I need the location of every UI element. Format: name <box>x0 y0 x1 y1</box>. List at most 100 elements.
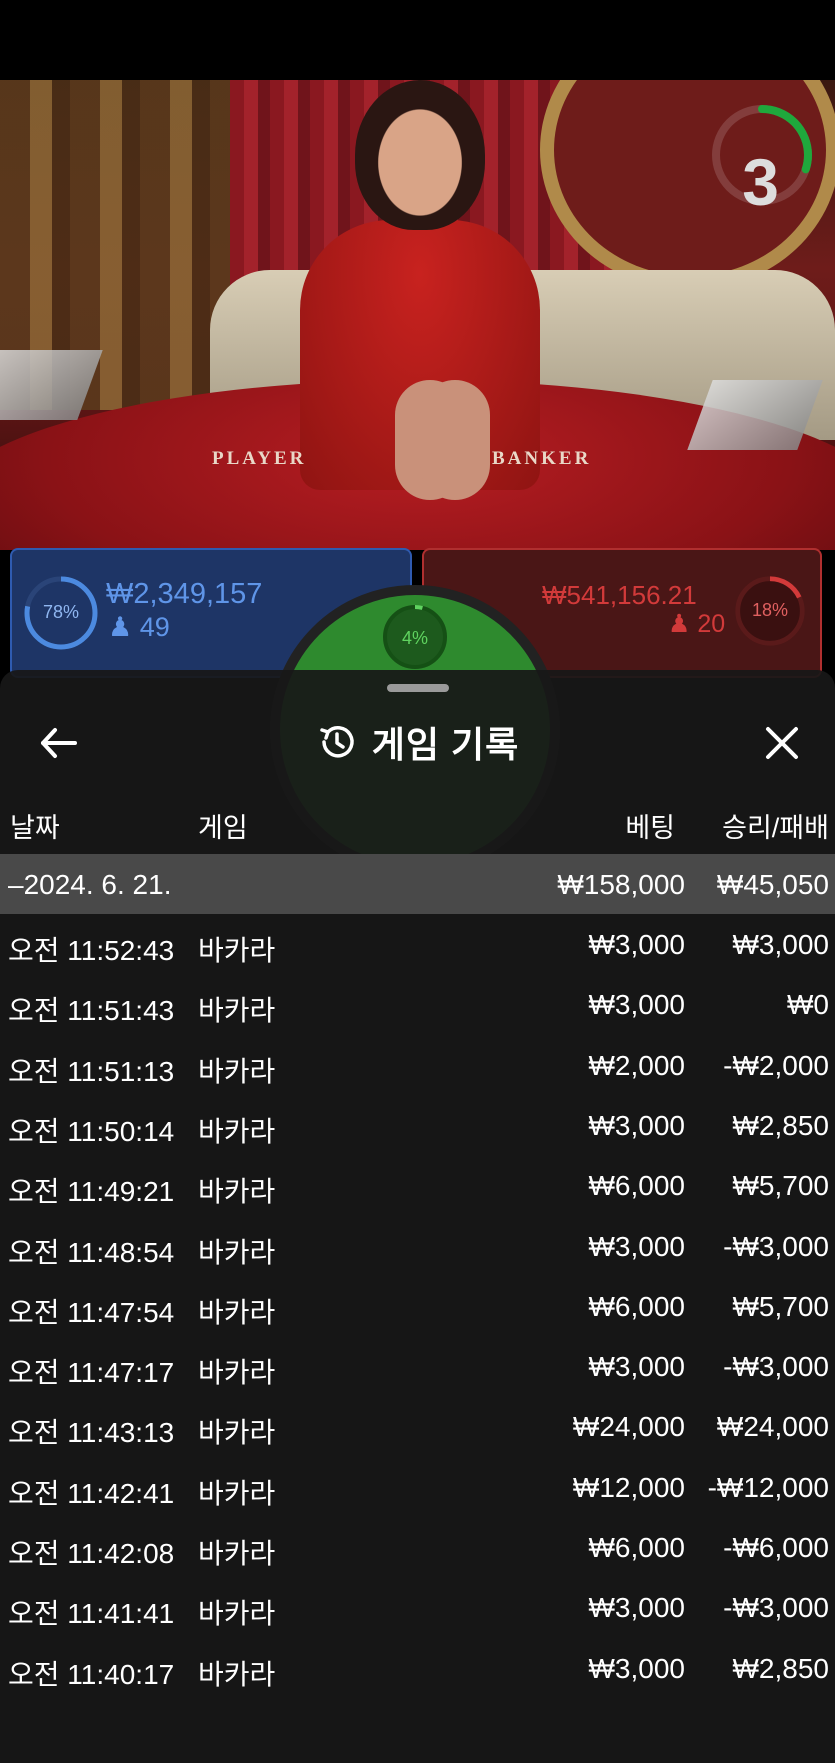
player-percent-label: 78% <box>42 602 80 622</box>
row-bet: ₩12,000 <box>572 1471 685 1503</box>
history-row[interactable]: 오전 11:48:54 바카라 ₩3,000 -₩3,000 <box>0 1216 835 1276</box>
row-result: -₩12,000 <box>707 1471 829 1503</box>
sheet-drag-handle[interactable] <box>387 684 449 692</box>
row-bet: ₩3,000 <box>588 989 686 1021</box>
status-bar <box>0 0 835 80</box>
row-result: ₩2,850 <box>732 1652 830 1684</box>
close-icon <box>766 727 798 759</box>
row-time: 오전 11:42:08 <box>8 1538 175 1569</box>
row-bet: ₩3,000 <box>588 1592 686 1624</box>
history-row[interactable]: 오전 11:50:14 바카라 ₩3,000 ₩2,850 <box>0 1095 835 1155</box>
row-game: 바카라 <box>198 1417 276 1449</box>
row-time: 오전 11:43:13 <box>8 1417 175 1449</box>
history-clock-icon <box>320 726 354 758</box>
column-header-bet: 베팅 <box>625 813 675 843</box>
row-game: 바카라 <box>198 1538 276 1569</box>
row-bet: ₩6,000 <box>588 1290 686 1322</box>
banker-count-value: 20 <box>697 610 726 638</box>
row-result: -₩6,000 <box>723 1532 829 1563</box>
row-bet: ₩6,000 <box>588 1532 686 1563</box>
row-result: ₩0 <box>787 989 829 1021</box>
row-time: 오전 11:50:14 <box>8 1115 175 1147</box>
row-game: 바카라 <box>198 1055 276 1087</box>
date-group-row[interactable]: –2024. 6. 21. ₩158,000 ₩45,050 <box>0 854 835 914</box>
row-bet: ₩3,000 <box>588 929 686 960</box>
history-row[interactable]: 오전 11:47:54 바카라 ₩6,000 ₩5,700 <box>0 1276 835 1336</box>
row-game: 바카라 <box>198 1296 276 1328</box>
row-result: ₩2,850 <box>732 1109 830 1141</box>
live-video-feed: PLAYER BANKER 3 <box>0 80 835 550</box>
history-row[interactable]: 오전 11:51:43 바카라 ₩3,000 ₩0 <box>0 974 835 1034</box>
row-time: 오전 11:47:54 <box>8 1296 175 1328</box>
row-bet: ₩3,000 <box>588 1652 686 1684</box>
arrow-left-icon <box>41 728 77 758</box>
row-result: -₩3,000 <box>723 1592 829 1624</box>
table-label-banker: BANKER <box>492 448 592 469</box>
row-time: 오전 11:48:54 <box>8 1236 175 1268</box>
row-game: 바카라 <box>198 1176 276 1208</box>
history-row[interactable]: 오전 11:49:21 바카라 ₩6,000 ₩5,700 <box>0 1155 835 1215</box>
row-game: 바카라 <box>198 1477 276 1509</box>
table-label-player: PLAYER <box>212 448 307 469</box>
row-game: 바카라 <box>198 1236 276 1268</box>
player-bettor-count: ♟ 49 <box>108 612 170 643</box>
row-result: ₩3,000 <box>732 929 830 960</box>
row-game: 바카라 <box>198 1598 276 1630</box>
close-button[interactable] <box>757 718 807 768</box>
person-icon: ♟ <box>668 610 691 638</box>
sheet-title-text: 게임 기록 <box>371 724 520 765</box>
dealer-arm <box>420 380 490 500</box>
player-count-value: 49 <box>139 612 170 642</box>
row-result: ₩5,700 <box>732 1290 830 1322</box>
history-row[interactable]: 오전 11:52:43 바카라 ₩3,000 ₩3,000 <box>0 914 835 974</box>
row-time: 오전 11:51:43 <box>8 995 175 1027</box>
row-time: 오전 11:41:41 <box>8 1598 175 1630</box>
row-bet: ₩3,000 <box>588 1351 686 1383</box>
history-row[interactable]: 오전 11:51:13 바카라 ₩2,000 -₩2,000 <box>0 1035 835 1095</box>
row-bet: ₩2,000 <box>588 1049 686 1081</box>
dealer-head <box>355 80 485 230</box>
row-time: 오전 11:40:17 <box>8 1658 175 1690</box>
history-row[interactable]: 오전 11:40:17 바카라 ₩3,000 ₩2,850 <box>0 1638 835 1698</box>
date-group-label: –2024. 6. 21. <box>8 869 172 900</box>
player-bet-amount: ₩2,349,157 <box>106 578 263 610</box>
countdown-number: 3 <box>742 145 779 219</box>
row-time: 오전 11:52:43 <box>8 935 175 966</box>
row-game: 바카라 <box>198 1658 276 1690</box>
banker-percent-label: 18% <box>751 600 789 620</box>
row-time: 오전 11:47:17 <box>8 1357 175 1389</box>
column-header-date: 날짜 <box>10 813 60 843</box>
tie-percent-label: 4% <box>401 628 428 648</box>
row-game: 바카라 <box>198 995 276 1027</box>
row-result: -₩3,000 <box>723 1351 829 1383</box>
row-game: 바카라 <box>198 1115 276 1147</box>
sheet-title: 게임 기록 <box>0 714 835 770</box>
history-row[interactable]: 오전 11:41:41 바카라 ₩3,000 -₩3,000 <box>0 1577 835 1637</box>
game-history-sheet: 게임 기록 날짜 게임 베팅 승리/패배 –2024. 6. 21. ₩158,… <box>0 670 835 1763</box>
row-time: 오전 11:42:41 <box>8 1477 175 1509</box>
history-row[interactable]: 오전 11:42:41 바카라 ₩12,000 -₩12,000 <box>0 1457 835 1517</box>
column-header-result: 승리/패배 <box>722 813 829 843</box>
row-bet: ₩24,000 <box>572 1411 685 1443</box>
row-result: ₩24,000 <box>716 1411 829 1443</box>
row-time: 오전 11:51:13 <box>8 1055 175 1087</box>
row-bet: ₩3,000 <box>588 1230 686 1262</box>
row-game: 바카라 <box>198 935 276 966</box>
history-row[interactable]: 오전 11:42:08 바카라 ₩6,000 -₩6,000 <box>0 1517 835 1577</box>
person-icon: ♟ <box>108 612 133 642</box>
column-header-game: 게임 <box>198 813 248 843</box>
banker-bet-amount: ₩541,156.21 <box>542 580 697 610</box>
row-result: ₩5,700 <box>732 1170 830 1202</box>
row-result: -₩3,000 <box>723 1230 829 1262</box>
date-group-result-total: ₩45,050 <box>716 869 829 900</box>
banker-bettor-count: ♟ 20 <box>668 609 725 639</box>
history-row[interactable]: 오전 11:47:17 바카라 ₩3,000 -₩3,000 <box>0 1336 835 1396</box>
row-result: -₩2,000 <box>723 1049 829 1081</box>
row-time: 오전 11:49:21 <box>8 1176 175 1208</box>
row-game: 바카라 <box>198 1357 276 1389</box>
date-group-bet-total: ₩158,000 <box>557 869 685 900</box>
history-row[interactable]: 오전 11:43:13 바카라 ₩24,000 ₩24,000 <box>0 1396 835 1456</box>
row-bet: ₩6,000 <box>588 1170 686 1202</box>
back-button[interactable] <box>34 718 84 768</box>
row-bet: ₩3,000 <box>588 1109 686 1141</box>
